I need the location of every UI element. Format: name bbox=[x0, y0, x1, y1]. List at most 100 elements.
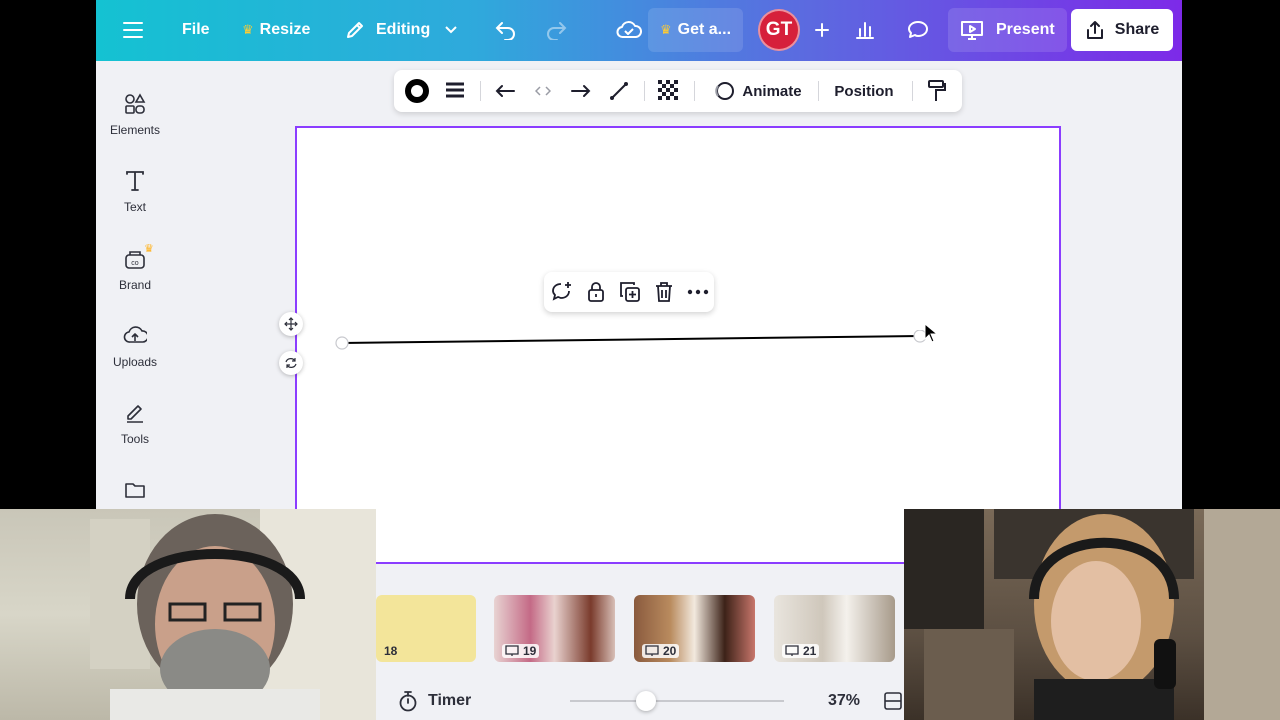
page-number: 19 bbox=[502, 644, 540, 658]
sidebar-item-label: Tools bbox=[120, 432, 149, 446]
present-button[interactable]: Present bbox=[948, 8, 1067, 52]
transparency-button[interactable] bbox=[650, 70, 688, 112]
resize-label: Resize bbox=[259, 21, 311, 38]
sidebar-item-label: Text bbox=[123, 200, 146, 214]
sidebar-item-tools[interactable]: Tools bbox=[96, 402, 174, 468]
line-weight-icon bbox=[446, 82, 464, 98]
line-style-button[interactable] bbox=[600, 70, 638, 112]
bar-chart-icon bbox=[856, 22, 874, 39]
webcam-feed-left bbox=[0, 509, 376, 720]
undo-button[interactable] bbox=[482, 8, 530, 52]
pencil-icon bbox=[347, 22, 363, 38]
color-swatch-icon bbox=[405, 79, 429, 103]
trash-icon[interactable] bbox=[652, 280, 676, 304]
sidebar-item-label: Elements bbox=[109, 123, 161, 137]
animate-button[interactable]: Animate bbox=[704, 70, 810, 112]
pen-tool-icon bbox=[127, 405, 143, 423]
arrow-right-icon bbox=[571, 85, 591, 97]
line-end-button[interactable] bbox=[562, 70, 600, 112]
chevron-down-icon bbox=[445, 26, 457, 34]
add-collaborator-button[interactable] bbox=[802, 8, 842, 52]
timer-label: Timer bbox=[428, 692, 472, 709]
rotate-handle[interactable] bbox=[279, 351, 303, 375]
cloud-upload-icon bbox=[123, 326, 147, 343]
page-thumbnail-21[interactable]: 21 bbox=[774, 595, 895, 662]
zoom-track bbox=[570, 700, 784, 702]
slide-icon bbox=[505, 645, 519, 656]
line-context-toolbar: Animate Position bbox=[394, 70, 962, 112]
divider bbox=[644, 81, 645, 101]
more-options-icon[interactable] bbox=[686, 280, 710, 304]
transparency-icon bbox=[658, 80, 680, 102]
redo-button[interactable] bbox=[532, 8, 580, 52]
editing-mode-button[interactable]: Editing bbox=[332, 8, 470, 52]
line-element[interactable] bbox=[334, 330, 934, 350]
stopwatch-icon bbox=[399, 691, 417, 712]
grid-view-button[interactable] bbox=[884, 684, 902, 718]
get-label: Get a... bbox=[677, 21, 732, 38]
sidebar-item-label: Brand bbox=[118, 278, 152, 292]
position-button[interactable]: Position bbox=[826, 70, 902, 112]
divider bbox=[480, 81, 481, 101]
cloud-check-icon bbox=[616, 21, 642, 38]
animate-icon bbox=[715, 82, 735, 100]
plus-icon bbox=[815, 23, 829, 37]
folder-icon bbox=[125, 483, 145, 498]
file-menu[interactable]: File bbox=[170, 8, 222, 52]
page-thumbnail-20[interactable]: 20 bbox=[634, 595, 755, 662]
lock-icon[interactable] bbox=[584, 280, 608, 304]
elements-icon bbox=[125, 93, 146, 114]
top-bar: File ♛ Resize Editing ♛ Get a... GT Pres… bbox=[96, 0, 1182, 61]
comments-button[interactable] bbox=[894, 8, 942, 52]
timer-button[interactable]: Timer bbox=[398, 684, 471, 718]
webcam-image-left bbox=[90, 509, 376, 720]
copy-style-button[interactable] bbox=[918, 70, 956, 112]
zoom-level[interactable]: 37% bbox=[828, 684, 860, 718]
present-label: Present bbox=[996, 21, 1055, 38]
grid-view-icon bbox=[884, 692, 902, 710]
line-start-button[interactable] bbox=[486, 70, 524, 112]
avatar[interactable]: GT bbox=[758, 9, 800, 51]
crown-icon: ♛ bbox=[660, 22, 672, 37]
swap-ends-button[interactable] bbox=[524, 70, 562, 112]
duplicate-icon[interactable] bbox=[618, 280, 642, 304]
hamburger-icon bbox=[123, 22, 143, 38]
move-handle[interactable] bbox=[279, 312, 303, 336]
insights-button[interactable] bbox=[842, 8, 888, 52]
rotate-icon bbox=[285, 358, 297, 368]
page-thumbnail-18[interactable]: 18 bbox=[376, 595, 476, 662]
resize-button[interactable]: ♛ Resize bbox=[230, 8, 322, 52]
add-comment-icon[interactable] bbox=[550, 280, 574, 304]
zoom-slider[interactable] bbox=[570, 690, 784, 712]
sidebar-item-uploads[interactable]: Uploads bbox=[96, 325, 174, 391]
sidebar-item-text[interactable]: Text bbox=[96, 170, 174, 236]
save-status-button[interactable] bbox=[604, 8, 654, 52]
share-label: Share bbox=[1114, 21, 1160, 38]
page-number: 18 bbox=[384, 644, 398, 658]
sidebar-item-label: Uploads bbox=[112, 355, 158, 369]
divider bbox=[912, 81, 913, 101]
line-weight-button[interactable] bbox=[436, 70, 474, 112]
editing-label: Editing bbox=[376, 21, 431, 38]
page-number: 20 bbox=[642, 644, 680, 658]
webcam-feed-right bbox=[904, 509, 1280, 720]
present-icon bbox=[961, 21, 983, 40]
sidebar-item-elements[interactable]: Elements bbox=[96, 93, 174, 159]
arrow-left-icon bbox=[495, 85, 515, 97]
menu-button[interactable] bbox=[110, 8, 156, 52]
share-button[interactable]: Share bbox=[1071, 9, 1173, 51]
undo-icon bbox=[495, 22, 515, 40]
animate-label: Animate bbox=[742, 82, 802, 100]
brand-icon: co bbox=[125, 251, 145, 269]
element-quick-actions bbox=[544, 272, 714, 312]
page-thumbnail-19[interactable]: 19 bbox=[494, 595, 615, 662]
text-icon bbox=[126, 171, 144, 191]
line-color-button[interactable] bbox=[398, 70, 436, 112]
sidebar-item-brand[interactable]: ♛ co Brand bbox=[96, 243, 174, 314]
zoom-slider-handle[interactable] bbox=[635, 691, 656, 711]
webcam-image-right bbox=[904, 509, 1280, 720]
slide-icon bbox=[785, 645, 799, 656]
crown-icon: ♛ bbox=[242, 22, 254, 37]
get-pro-button[interactable]: ♛ Get a... bbox=[648, 8, 744, 52]
redo-icon bbox=[547, 22, 567, 40]
